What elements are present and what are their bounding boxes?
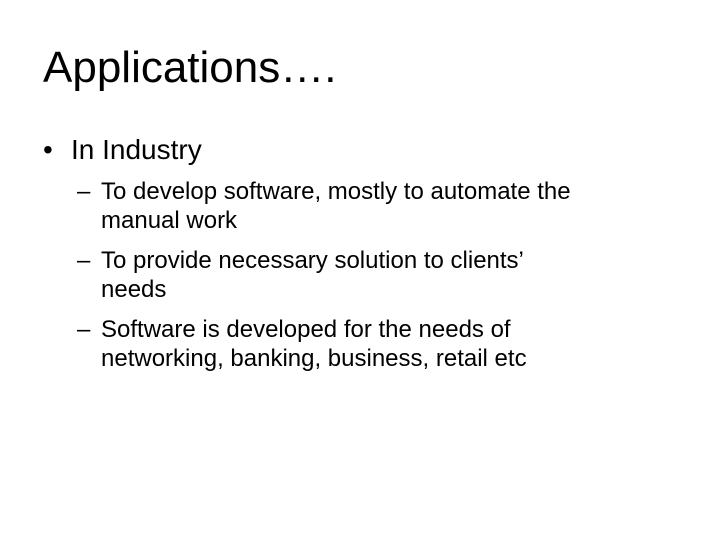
sub-bullet-line: Software is developed for the needs of xyxy=(101,316,511,343)
sub-bullet-line: needs xyxy=(101,276,167,303)
sub-bullet-item: – Software is developed for the needs of… xyxy=(77,315,697,373)
dash-marker: – xyxy=(77,178,91,205)
dash-marker: – xyxy=(77,247,91,274)
sub-bullet-line: manual work xyxy=(101,207,238,234)
slide-title: Applications…. xyxy=(43,43,337,92)
bullet-in-industry: • In Industry xyxy=(43,132,202,168)
sub-bullet-line: To provide necessary solution to clients… xyxy=(101,247,524,274)
sub-bullet-item: – To develop software, mostly to automat… xyxy=(77,177,697,235)
sub-bullet-item: – To provide necessary solution to clien… xyxy=(77,246,697,304)
bullet-marker: • xyxy=(43,134,53,165)
slide: Applications…. • In Industry – To develop… xyxy=(0,0,720,540)
dash-marker: – xyxy=(77,316,91,343)
bullet-text: In Industry xyxy=(71,134,202,165)
sub-bullet-line: To develop software, mostly to automate … xyxy=(101,178,571,205)
sub-bullet-list: – To develop software, mostly to automat… xyxy=(77,177,697,384)
sub-bullet-line: networking, banking, business, retail et… xyxy=(101,345,527,372)
